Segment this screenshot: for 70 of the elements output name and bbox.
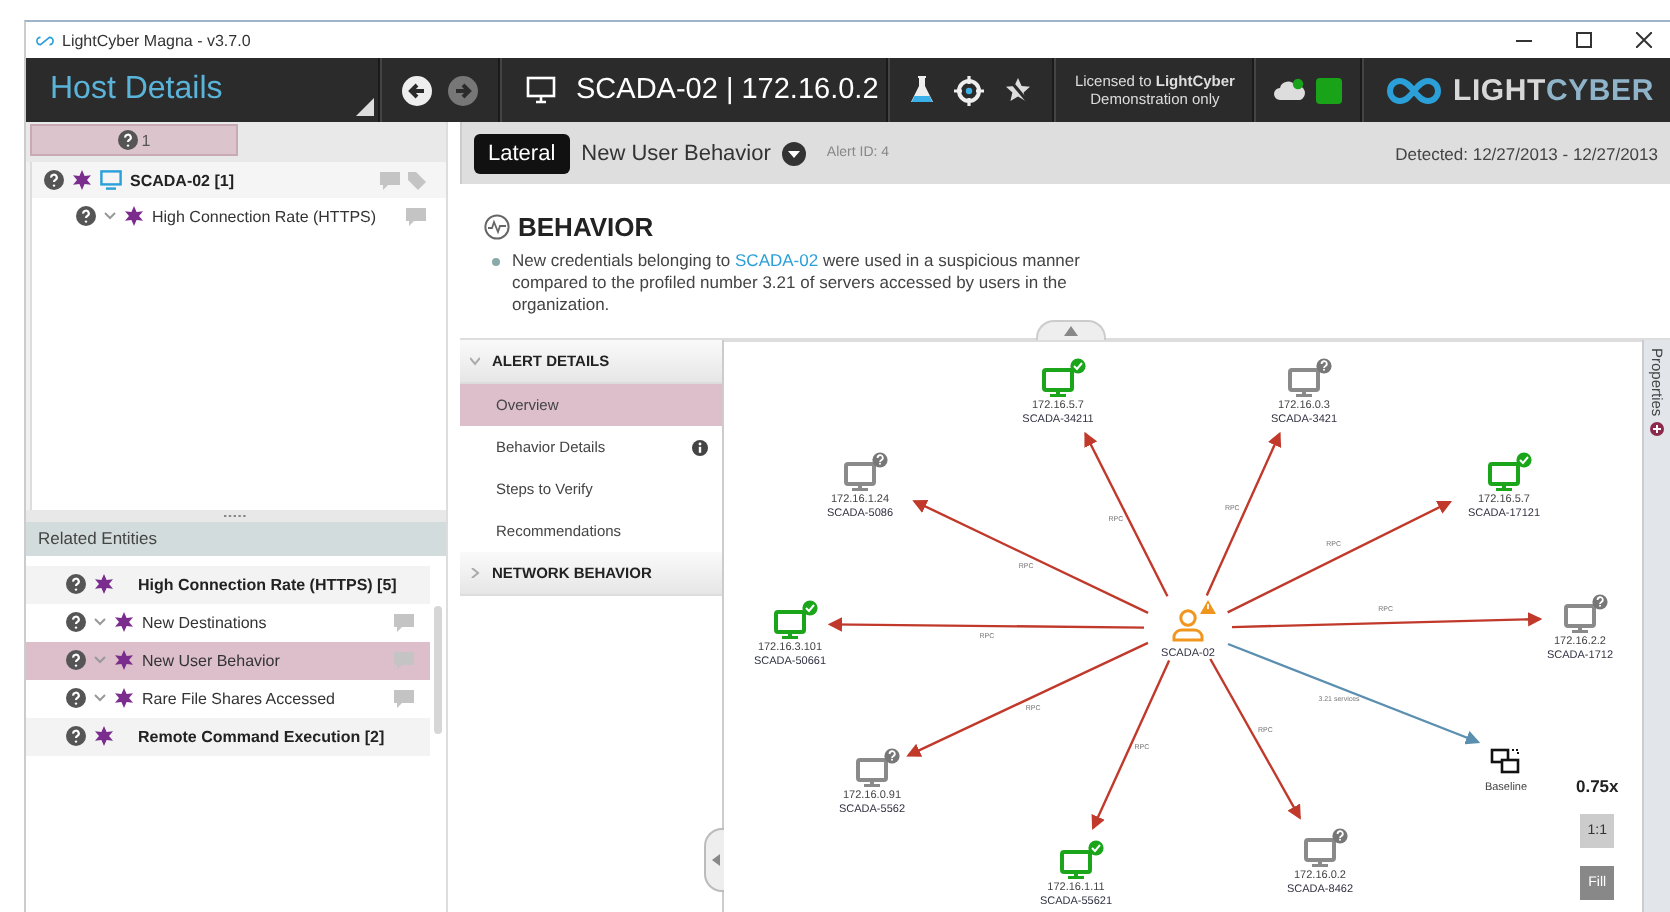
star-badge-icon (94, 726, 114, 746)
help-icon (66, 688, 86, 708)
help-icon (66, 726, 86, 746)
monitor-icon[interactable] (1042, 368, 1075, 397)
monitor-icon (100, 170, 122, 190)
detected-range: Detected: 12/27/2013 - 12/27/2013 (1395, 143, 1658, 163)
monitor-icon[interactable] (1488, 462, 1521, 491)
dropdown-icon[interactable] (782, 141, 807, 165)
flask-icon[interactable] (910, 76, 935, 104)
entity-item[interactable]: Remote Command Execution [2] (26, 717, 430, 755)
chevron-icon[interactable] (94, 694, 106, 702)
target-icon[interactable] (954, 75, 985, 105)
zoom-level: 0.75x (1575, 776, 1619, 796)
triangle-up-icon[interactable] (1064, 326, 1078, 336)
star-badge-icon (124, 206, 144, 226)
star-badge-icon (114, 688, 134, 708)
bullet-icon (492, 258, 500, 266)
help-icon (66, 574, 86, 594)
help-icon (66, 612, 86, 632)
resize-corner-icon[interactable] (356, 98, 374, 116)
monitor-icon[interactable] (774, 610, 807, 639)
window-title: LightCyber Magna - v3.7.0 (62, 31, 251, 49)
behavior-description: New credentials belonging to SCADA-02 were used in a suspicious manner compared to the profiled number 3.21 of servers accessed by users in the organization. (512, 250, 1082, 317)
crossed-star-icon[interactable] (1004, 76, 1033, 104)
alert-title: New User Behavior (581, 141, 771, 165)
section-title: Related Entities (38, 528, 158, 548)
monitor-icon[interactable] (1304, 838, 1337, 867)
chevron-icon (470, 356, 480, 366)
cloud-icon[interactable] (1274, 78, 1307, 102)
collapse-tab[interactable] (704, 828, 725, 892)
user-icon[interactable] (1173, 609, 1205, 642)
star-badge-icon (114, 650, 134, 670)
maximize-icon[interactable] (1576, 32, 1592, 48)
help-icon (66, 650, 86, 670)
app-logo-icon (36, 35, 54, 45)
category-tag: Lateral (474, 133, 570, 173)
logo-wordmark: LIGHTCYBER (1452, 73, 1654, 107)
entity-item[interactable]: High Connection Rate (HTTPS) [5] (26, 565, 430, 603)
star-badge-icon (94, 574, 114, 594)
chevron-icon[interactable] (104, 212, 116, 220)
section-title: BEHAVIOR (518, 212, 654, 242)
monitor-icon (526, 76, 556, 104)
star-badge-icon (72, 170, 92, 190)
monitor-icon[interactable] (844, 462, 877, 491)
scrollbar[interactable] (434, 605, 442, 733)
help-icon (44, 170, 64, 190)
network-icon[interactable] (1491, 748, 1520, 774)
monitor-icon[interactable] (856, 758, 889, 787)
help-icon (76, 206, 96, 226)
forward-icon[interactable] (448, 75, 478, 105)
info-icon (692, 439, 709, 455)
monitor-icon[interactable] (1564, 604, 1597, 633)
filter-tab[interactable]: 1 (30, 124, 238, 156)
chevron-icon (470, 568, 480, 578)
logo-icon (1384, 75, 1445, 105)
close-icon[interactable] (1636, 32, 1652, 48)
plus-icon (1650, 422, 1665, 437)
page-title: Host Details (50, 72, 223, 108)
pulse-icon (484, 214, 510, 240)
splitter-handle-icon[interactable] (224, 513, 248, 517)
host-title: SCADA-02 | 172.16.0.2 (576, 74, 879, 106)
status-indicator (1316, 77, 1343, 103)
collapse-tab[interactable] (1036, 320, 1106, 340)
star-badge-icon (114, 612, 134, 632)
triangle-left-icon[interactable] (711, 854, 720, 866)
help-icon (117, 130, 138, 150)
monitor-icon[interactable] (1288, 368, 1321, 397)
back-icon[interactable] (402, 75, 432, 105)
chevron-icon[interactable] (94, 618, 106, 626)
monitor-icon[interactable] (1060, 850, 1093, 879)
